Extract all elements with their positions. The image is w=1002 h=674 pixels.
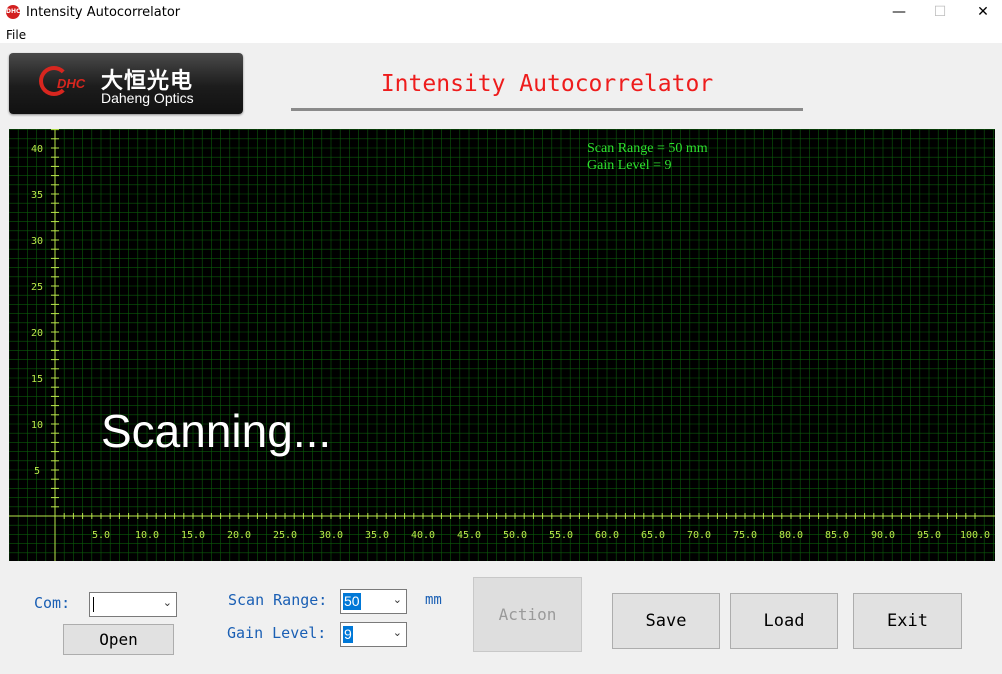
window-title: Intensity Autocorrelator — [26, 5, 181, 20]
x-tick-label: 45.0 — [457, 530, 481, 541]
gain-level-readout: Gain Level = 9 — [587, 158, 672, 173]
x-tick-label: 90.0 — [871, 530, 895, 541]
logo-abbreviation: DHC — [57, 76, 86, 91]
gain-level-value: 9 — [343, 626, 353, 643]
close-button[interactable]: ✕ — [960, 0, 1002, 25]
save-button[interactable]: Save — [612, 593, 720, 649]
load-button[interactable]: Load — [730, 593, 838, 649]
chevron-down-icon[interactable]: ⌄ — [393, 626, 402, 639]
x-tick-label: 65.0 — [641, 530, 665, 541]
scan-range-label: Scan Range: — [228, 591, 328, 609]
scan-range-select[interactable]: 50 ⌄ — [340, 589, 407, 614]
x-tick-label: 70.0 — [687, 530, 711, 541]
scan-range-unit: mm — [425, 592, 442, 608]
menu-bar — [0, 25, 1002, 43]
x-tick-label: 20.0 — [227, 530, 251, 541]
y-tick-label: 25 — [31, 282, 43, 293]
scanning-status: Scanning... — [101, 405, 332, 457]
x-tick-label: 10.0 — [135, 530, 159, 541]
x-tick-label: 60.0 — [595, 530, 619, 541]
company-logo: DHC 大恒光电 Daheng Optics — [9, 53, 243, 114]
com-label: Com: — [34, 594, 71, 612]
gain-level-select[interactable]: 9 ⌄ — [340, 622, 407, 647]
page-title: Intensity Autocorrelator — [380, 71, 714, 97]
y-tick-label: 10 — [31, 420, 43, 431]
action-button[interactable]: Action — [473, 577, 582, 652]
title-underline — [291, 108, 803, 111]
y-tick-label: 15 — [31, 374, 43, 385]
x-tick-label: 50.0 — [503, 530, 527, 541]
x-tick-label: 15.0 — [181, 530, 205, 541]
scan-range-value: 50 — [343, 593, 361, 610]
open-button[interactable]: Open — [63, 624, 174, 655]
app-logo-icon: DHC — [6, 5, 20, 19]
y-tick-label: 5 — [34, 466, 40, 477]
minimize-button[interactable]: — — [876, 0, 922, 25]
chevron-down-icon[interactable]: ⌄ — [163, 596, 172, 609]
y-tick-label: 20 — [31, 328, 43, 339]
x-tick-label: 30.0 — [319, 530, 343, 541]
x-tick-label: 75.0 — [733, 530, 757, 541]
x-tick-label: 85.0 — [825, 530, 849, 541]
x-tick-label: 5.0 — [92, 530, 110, 541]
y-tick-label: 35 — [31, 190, 43, 201]
plot-grid: 5.0 10.0 15.0 20.0 25.0 30.0 35.0 40.0 45.0 50.0 5… — [9, 129, 995, 561]
x-tick-label: 80.0 — [779, 530, 803, 541]
logo-english-name: Daheng Optics — [101, 90, 194, 106]
x-tick-label: 40.0 — [411, 530, 435, 541]
exit-button[interactable]: Exit — [853, 593, 962, 649]
com-port-value — [92, 596, 94, 613]
x-tick-label: 55.0 — [549, 530, 573, 541]
scan-range-readout: Scan Range = 50 mm — [587, 141, 708, 156]
gain-level-label: Gain Level: — [227, 624, 327, 642]
com-port-select[interactable]: ⌄ — [89, 592, 177, 617]
x-tick-label: 100.0 — [960, 530, 990, 541]
chevron-down-icon[interactable]: ⌄ — [393, 593, 402, 606]
x-tick-label: 95.0 — [917, 530, 941, 541]
y-tick-label: 30 — [31, 236, 43, 247]
x-tick-label: 35.0 — [365, 530, 389, 541]
x-tick-label: 25.0 — [273, 530, 297, 541]
maximize-button[interactable]: ☐ — [917, 0, 963, 25]
scan-plot: 5.0 10.0 15.0 20.0 25.0 30.0 35.0 40.0 45.0 50.0 5… — [9, 129, 995, 561]
menu-file[interactable]: File — [6, 28, 26, 42]
y-tick-label: 40 — [31, 144, 43, 155]
